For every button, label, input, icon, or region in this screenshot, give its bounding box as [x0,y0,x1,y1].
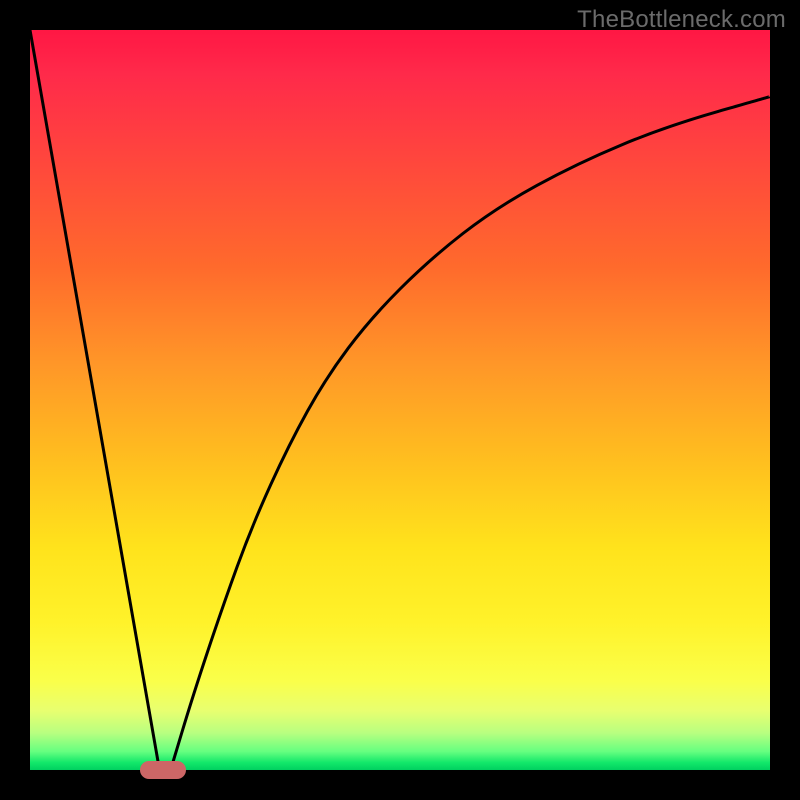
chart-frame: TheBottleneck.com [0,0,800,800]
minimum-marker [140,761,186,779]
curve-group [30,30,770,770]
curve-right-segment [171,97,770,770]
plot-area [30,30,770,770]
bottleneck-curve [30,30,770,770]
curve-left-segment [30,30,160,770]
